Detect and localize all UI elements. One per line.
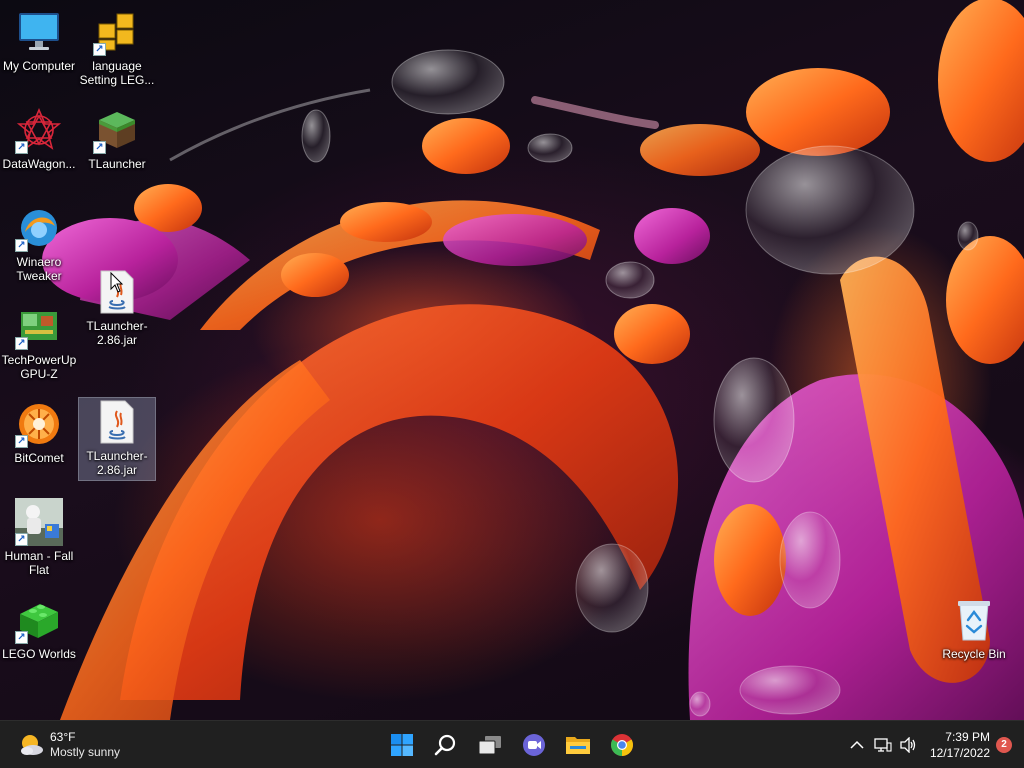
shortcut-arrow-icon: ↗ [93,141,106,154]
shortcut-arrow-icon: ↗ [93,43,106,56]
desktop-icon-label: Human - Fall Flat [4,549,74,577]
weather-widget[interactable]: 63°F Mostly sunny [16,727,120,763]
shortcut-arrow-icon: ↗ [15,337,28,350]
desktop-icon-winaero-tweaker[interactable]: ↗ Winaero Tweaker [1,204,77,283]
system-tray: 7:39 PM 12/17/2022 2 [844,721,1024,768]
task-view-icon [478,736,501,755]
desktop-icon-label: BitComet [14,451,64,465]
desktop-icon-label: DataWagon... [2,157,76,171]
winaero-icon: ↗ [15,204,63,252]
clock-date: 12/17/2022 [929,746,990,760]
partly-sunny-icon [16,731,44,759]
recycle-bin-icon [950,596,998,644]
grid-folder-icon: ↗ [93,8,141,56]
desktop-icon-gpu-z[interactable]: ↗ TechPowerUp GPU-Z [1,302,77,381]
desktop-icon-label: TechPowerUp GPU-Z [1,353,77,381]
desktop-icon-my-computer[interactable]: My Computer [1,8,77,73]
clock-time: 7:39 PM [945,730,990,744]
search-button[interactable] [424,725,468,765]
desktop-icon-label: Winaero Tweaker [16,255,62,283]
desktop-icon-language-setting[interactable]: ↗ language Setting LEG... [79,8,155,87]
shortcut-arrow-icon: ↗ [15,631,28,644]
gpu-card-icon: ↗ [15,302,63,350]
search-icon [434,734,456,756]
clock[interactable]: 7:39 PM 12/17/2022 [930,729,990,761]
desktop-icon-label: TLauncher [88,157,146,171]
network-button[interactable] [870,721,896,768]
teams-chat-icon [523,734,545,756]
weather-temperature: 63°F [50,730,76,744]
file-explorer-icon [566,737,590,754]
show-hidden-icons-button[interactable] [844,721,870,768]
desktop-icon-label: My Computer [2,59,76,73]
shortcut-arrow-icon: ↗ [15,435,28,448]
desktop-icon-label: TLauncher-2.86.jar [86,449,148,477]
desktop-icon-label: language Setting LEG... [79,59,155,87]
desktop-icon-tlauncher[interactable]: ↗ TLauncher [79,106,155,171]
weather-condition: Mostly sunny [50,745,121,759]
desktop-icon-lego-worlds[interactable]: ↗ LEGO Worlds [1,596,77,661]
speaker-icon [900,737,916,753]
star-pattern-icon: ↗ [15,106,63,154]
java-file-icon [93,398,141,446]
chrome-icon [611,734,633,756]
human-game-icon: ↗ [15,498,63,546]
lego-brick-icon: ↗ [15,596,63,644]
desktop-icon-label: Recycle Bin [942,647,1006,661]
notification-badge[interactable]: 2 [996,737,1012,753]
volume-button[interactable] [896,721,922,768]
chevron-up-icon [850,740,864,749]
shortcut-arrow-icon: ↗ [15,239,28,252]
taskbar-pinned-apps [380,725,644,765]
desktop-icon-tlauncher-jar-2[interactable]: TLauncher-2.86.jar [78,397,156,481]
task-view-button[interactable] [468,725,512,765]
desktop-icon-label: TLauncher-2.86.jar [86,319,148,347]
bitcomet-icon: ↗ [15,400,63,448]
monitor-icon [15,8,63,56]
grass-block-icon: ↗ [93,106,141,154]
taskbar: 63°F Mostly sunny 7:39 PM 12/17/2022 2 [0,720,1024,768]
teams-chat-button[interactable] [512,725,556,765]
desktop-icon-datawagon[interactable]: ↗ DataWagon... [1,106,77,171]
desktop-icon-recycle-bin[interactable]: Recycle Bin [936,596,1012,661]
mouse-cursor-icon [110,272,124,293]
file-explorer-button[interactable] [556,725,600,765]
start-icon [391,734,413,756]
shortcut-arrow-icon: ↗ [15,533,28,546]
desktop-icon-human-fall-flat[interactable]: ↗ Human - Fall Flat [1,498,77,577]
network-icon [874,738,892,752]
chrome-button[interactable] [600,725,644,765]
shortcut-arrow-icon: ↗ [15,141,28,154]
desktop-icon-label: LEGO Worlds [2,647,76,661]
desktop-icon-bitcomet[interactable]: ↗ BitComet [1,400,77,465]
start-button[interactable] [380,725,424,765]
